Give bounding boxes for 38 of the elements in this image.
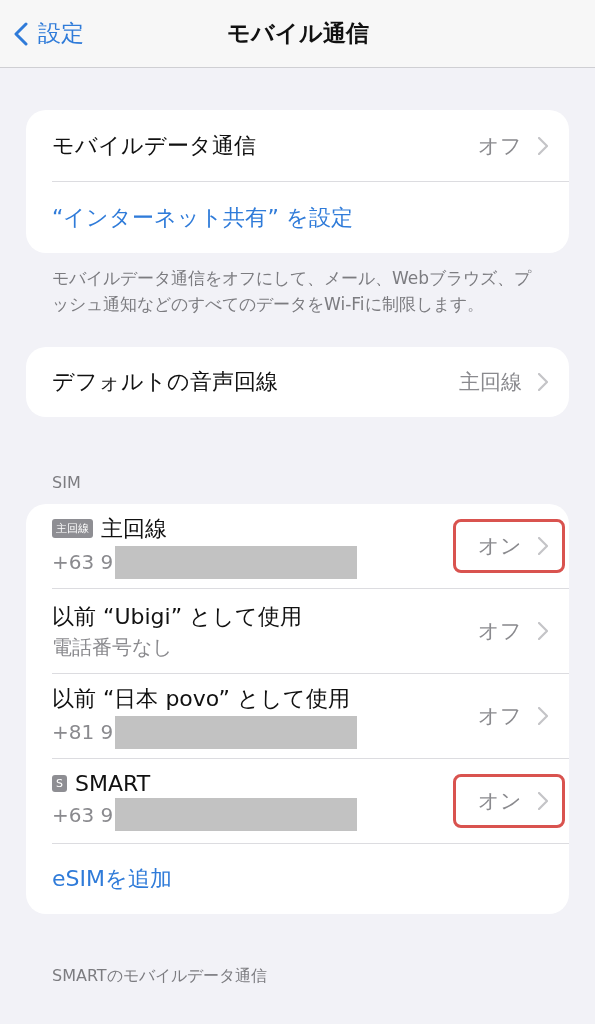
- footnote: モバイルデータ通信をオフにして、メール、Webブラウズ、プッシュ通知などのすべてのデータをWi-Fiに制限します。: [52, 267, 533, 316]
- sim-row[interactable]: 以前 “Ubigi” として使用 電話番号なし オフ: [52, 588, 569, 673]
- link[interactable]: “インターネット共有” を設定: [52, 202, 551, 233]
- sim-row[interactable]: 以前 “日本 povo” として使用 +81 9 オフ: [52, 673, 569, 758]
- row-value: 主回線: [459, 369, 522, 396]
- sim-subtitle: +81 9: [52, 720, 114, 744]
- sim-subtitle: 電話番号なし: [52, 633, 172, 661]
- chevron-icon: [538, 707, 548, 725]
- chevron-icon: [538, 537, 548, 555]
- row-value: オン: [478, 788, 522, 815]
- row-value: オフ: [478, 618, 522, 645]
- section-header: SIM: [52, 473, 82, 492]
- row-label: モバイルデータ通信: [52, 131, 257, 160]
- row-value: オン: [478, 533, 522, 560]
- sim-row[interactable]: S SMART +63 9 オン: [52, 758, 569, 843]
- sim-label: 主回線: [101, 514, 168, 543]
- sim-label: SMART: [75, 771, 152, 796]
- chevron-icon: [538, 373, 548, 391]
- chevron-icon: [538, 622, 548, 640]
- sim-badge: 主回線: [52, 519, 93, 538]
- back-chevron-icon: [14, 21, 28, 46]
- row-value: オフ: [478, 703, 522, 730]
- sim-label: 以前 “日本 povo” として使用: [52, 684, 351, 713]
- row-label: デフォルトの音声回線: [52, 368, 279, 396]
- settings-row[interactable]: デフォルトの音声回線 主回線: [52, 347, 569, 417]
- back-button[interactable]: 設定: [0, 18, 84, 49]
- sim-row[interactable]: 主回線 主回線 +63 9 オン: [52, 504, 569, 588]
- sim-subtitle: +63 9: [52, 550, 114, 574]
- sim-label: 以前 “Ubigi” として使用: [52, 602, 304, 631]
- chevron-icon: [538, 792, 548, 810]
- sim-subtitle: +63 9: [52, 802, 114, 827]
- section-header: SMARTのモバイルデータ通信: [52, 966, 268, 987]
- window-title: モバイル通信: [226, 19, 369, 48]
- settings-row[interactable]: モバイルデータ通信 オフ: [52, 110, 569, 181]
- link[interactable]: eSIMを追加: [52, 864, 551, 894]
- chevron-icon: [538, 136, 548, 155]
- row-value: オフ: [478, 132, 522, 160]
- sim-badge: S: [52, 775, 67, 792]
